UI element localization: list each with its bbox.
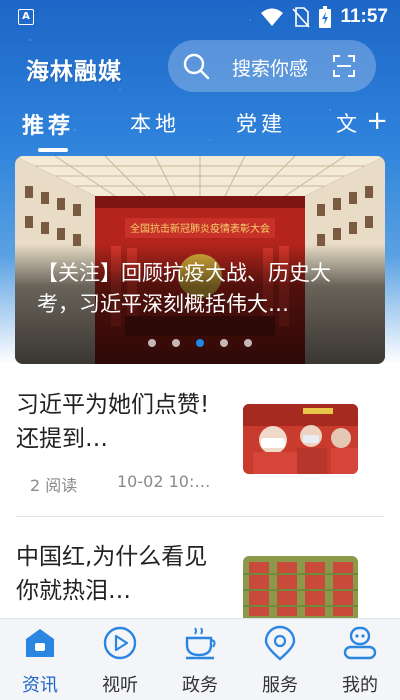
tab-local[interactable]: 本地: [130, 108, 180, 138]
search-placeholder: 搜索你感: [232, 58, 309, 80]
add-channel-button[interactable]: +: [366, 106, 388, 136]
carousel-dot[interactable]: [220, 339, 228, 347]
wifi-icon: [261, 8, 284, 26]
carousel-banner-text: 全国抗击新冠肺炎疫情表彰大会: [130, 222, 270, 235]
news-title[interactable]: 习近平为她们点赞!还提到…: [16, 388, 216, 456]
nav-news[interactable]: 资讯: [0, 619, 80, 700]
news-title[interactable]: 中国红,为什么看见你就热泪…: [16, 540, 216, 608]
carousel-dot[interactable]: [148, 339, 156, 347]
nav-label: 政务: [182, 675, 218, 696]
location-icon: [264, 625, 296, 661]
tab-culture[interactable]: 文: [336, 108, 361, 138]
carousel-dot[interactable]: [172, 339, 180, 347]
news-thumbnail[interactable]: [243, 404, 358, 474]
nav-label: 我的: [342, 675, 378, 696]
app-logo: 海林融媒: [26, 58, 122, 85]
list-item[interactable]: 中国红,为什么看见你就热泪…: [0, 538, 400, 618]
news-thumbnail-image: [243, 404, 358, 474]
nav-label: 服务: [262, 675, 298, 696]
no-sim-icon: [292, 7, 311, 28]
tab-party[interactable]: 党建: [236, 108, 286, 138]
nav-label: 资讯: [22, 675, 58, 696]
nav-label: 视听: [102, 675, 138, 696]
nav-government[interactable]: 政务: [160, 619, 240, 700]
list-divider: [16, 516, 384, 517]
tab-recommend[interactable]: 推荐: [22, 108, 74, 140]
bottom-navigation: 资讯 视听 政务 服务 我的: [0, 618, 400, 700]
nav-service[interactable]: 服务: [240, 619, 320, 700]
nav-video[interactable]: 视听: [80, 619, 160, 700]
carousel-title[interactable]: 【关注】回顾抗疫大战、历史大考，习近平深刻概括伟大…: [37, 258, 367, 320]
nav-profile[interactable]: 我的: [320, 619, 400, 700]
status-bar: A 11:57: [0, 0, 400, 36]
news-thumbnail-image: [243, 556, 358, 618]
news-icon: [26, 629, 54, 657]
play-icon: [103, 626, 137, 660]
carousel-dot-active[interactable]: [196, 339, 204, 347]
search-icon: [183, 53, 210, 80]
profile-icon: [343, 626, 377, 660]
carousel-dot[interactable]: [244, 339, 252, 347]
news-read-count: 2 阅读: [30, 476, 78, 495]
active-tab-indicator: [38, 148, 68, 152]
battery-icon: [319, 6, 332, 28]
news-date: 10-02 10:…: [117, 472, 211, 491]
app-notification-icon: A: [18, 9, 34, 25]
search-input[interactable]: 搜索你感: [168, 40, 376, 92]
channel-tabs: 推荐 本地 党建 文 +: [0, 104, 400, 154]
list-item[interactable]: 习近平为她们点赞!还提到… 2 阅读 10-02 10:…: [0, 386, 400, 516]
status-time: 11:57: [340, 6, 388, 27]
headline-carousel[interactable]: 全国抗击新冠肺炎疫情表彰大会 【关注】回顾抗疫大战、历史大考，习近平深刻概括伟大…: [15, 156, 385, 364]
news-thumbnail[interactable]: [243, 556, 358, 618]
scan-icon[interactable]: [332, 54, 356, 78]
cup-icon: [185, 627, 216, 660]
status-icons: 11:57: [260, 6, 388, 28]
carousel-pagination: [15, 339, 385, 347]
